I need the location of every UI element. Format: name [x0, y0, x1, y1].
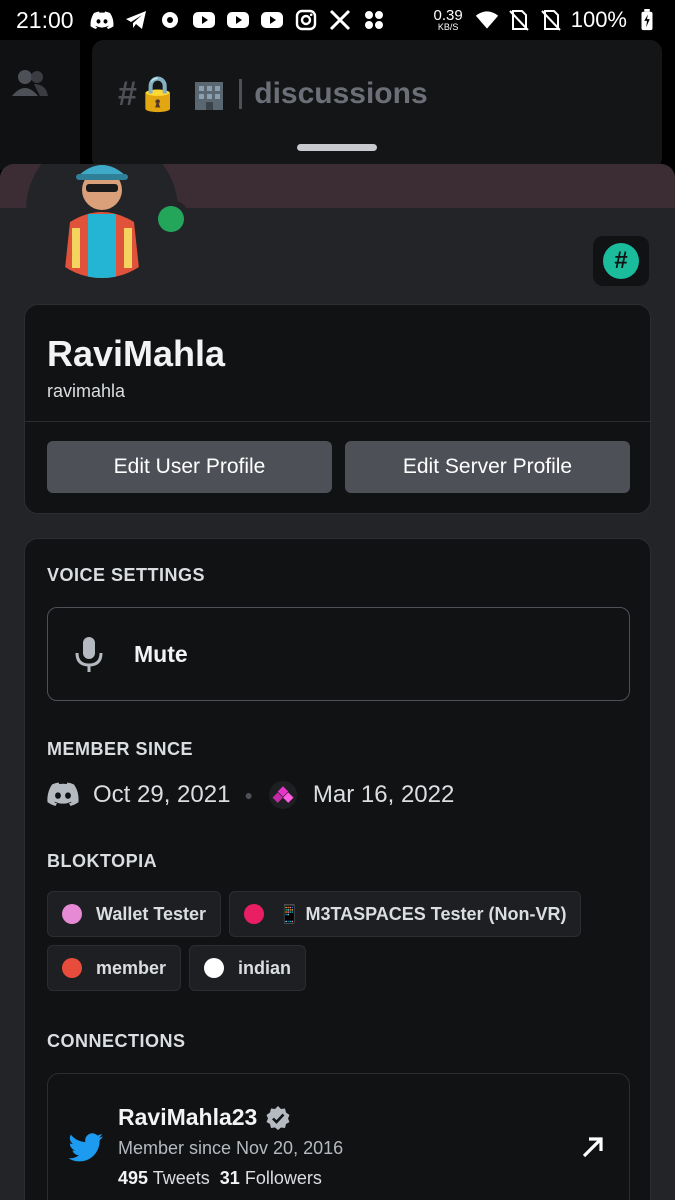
- online-status-dot: [158, 206, 184, 232]
- no-sim-icon: [539, 9, 563, 31]
- screen: 21:00 0.39 KB/S 100% #🔒 discussions # Ra…: [0, 0, 675, 1200]
- twitter-icon: [68, 1133, 103, 1162]
- member-since-title: MEMBER SINCE: [47, 739, 194, 759]
- channel-name: discussions: [254, 77, 428, 110]
- edit-server-profile-button[interactable]: Edit Server Profile: [345, 441, 630, 493]
- sheet-drag-handle[interactable]: [297, 144, 377, 151]
- discord-join-date: Oct 29, 2021: [93, 781, 231, 808]
- role-label: Wallet Tester: [96, 903, 207, 924]
- profile-details-card: VOICE SETTINGS Mute MEMBER SINCE Oct 29,…: [24, 538, 651, 1200]
- notification-icons: [90, 9, 386, 31]
- discord-logo-icon: [47, 782, 79, 806]
- twitter-connection[interactable]: RaviMahla23 Member since Nov 20, 2016 49…: [47, 1073, 630, 1200]
- x-icon: [328, 9, 352, 31]
- display-name: RaviMahla: [47, 333, 226, 374]
- role-label: 📱 M3TASPACES Tester (Non-VR): [278, 903, 567, 924]
- status-time: 21:00: [16, 6, 74, 33]
- connection-account: RaviMahla23: [118, 1104, 291, 1131]
- system-status: 0.39 KB/S 100%: [434, 7, 659, 33]
- role-label: member: [96, 957, 167, 978]
- app-grid-icon: [362, 9, 386, 31]
- role-chip[interactable]: 📱 M3TASPACES Tester (Non-VR): [229, 891, 582, 937]
- role-label: indian: [238, 957, 292, 978]
- online-status-indicator: [152, 200, 190, 238]
- wifi-icon: [475, 9, 499, 31]
- network-speed: 0.39 KB/S: [434, 8, 463, 32]
- separator-dot: ●: [244, 787, 253, 803]
- connection-stats: 495 Tweets 31 Followers: [118, 1168, 322, 1189]
- roles-list: Wallet Tester 📱 M3TASPACES Tester (Non-V…: [47, 891, 637, 991]
- tweets-count: 495: [118, 1168, 149, 1188]
- microphone-icon: [75, 637, 103, 672]
- mute-toggle[interactable]: Mute: [47, 607, 630, 701]
- youtube-icon: [192, 9, 216, 31]
- role-chip[interactable]: indian: [189, 945, 307, 991]
- network-speed-unit: KB/S: [437, 22, 459, 32]
- role-color-dot: [204, 958, 225, 978]
- user-info-card: RaviMahla ravimahla Edit User Profile Ed…: [24, 304, 652, 514]
- nitro-badge-button[interactable]: #: [593, 236, 649, 286]
- connections-title: CONNECTIONS: [47, 1031, 186, 1051]
- followers-count: 31: [219, 1168, 240, 1188]
- youtube-icon: [226, 9, 250, 31]
- member-since-row: Oct 29, 2021 ● Mar 16, 2022: [47, 781, 454, 809]
- hashtag-badge-icon: #: [603, 243, 639, 279]
- followers-label: Followers: [244, 1168, 322, 1188]
- friends-icon: [12, 70, 48, 96]
- app-notification-icon: [158, 9, 182, 31]
- header-separator: [239, 79, 243, 109]
- role-color-dot: [244, 904, 265, 924]
- card-divider: [25, 421, 652, 422]
- connection-member-since: Member since Nov 20, 2016: [118, 1138, 344, 1158]
- youtube-icon: [260, 9, 284, 31]
- building-icon: [195, 82, 224, 110]
- locked-channel-icon: #🔒: [118, 75, 180, 113]
- instagram-icon: [294, 9, 318, 31]
- no-sim-icon: [507, 9, 531, 31]
- server-join-date: Mar 16, 2022: [312, 781, 455, 808]
- edit-user-profile-button[interactable]: Edit User Profile: [47, 441, 332, 493]
- username: ravimahla: [47, 381, 126, 401]
- server-icon: [268, 781, 297, 809]
- mute-label: Mute: [134, 640, 188, 667]
- role-color-dot: [62, 958, 82, 978]
- telegram-icon: [124, 9, 148, 31]
- profile-sheet: # RaviMahla ravimahla Edit User Profile …: [0, 164, 675, 1200]
- connection-account-name: RaviMahla23: [118, 1104, 258, 1130]
- battery-level: 100%: [570, 7, 627, 32]
- avatar-container: [26, 164, 190, 286]
- role-color-dot: [62, 904, 82, 924]
- network-speed-value: 0.39: [433, 7, 463, 24]
- role-chip[interactable]: member: [47, 945, 182, 991]
- verified-icon: [266, 1105, 290, 1130]
- background-channel-view: #🔒 discussions: [0, 40, 675, 170]
- avatar-image: [34, 164, 170, 278]
- role-chip[interactable]: Wallet Tester: [47, 891, 222, 937]
- battery-charging-icon: [635, 9, 659, 31]
- external-link-icon[interactable]: [580, 1134, 606, 1160]
- channel-header: #🔒 discussions: [118, 74, 428, 114]
- voice-settings-title: VOICE SETTINGS: [47, 565, 206, 585]
- server-sidebar: [0, 40, 80, 170]
- avatar[interactable]: [34, 164, 170, 278]
- status-bar: 21:00 0.39 KB/S 100%: [0, 0, 675, 40]
- tweets-label: Tweets: [152, 1168, 210, 1188]
- server-roles-title: BLOKTOPIA: [47, 851, 158, 871]
- discord-notification-icon: [90, 9, 114, 31]
